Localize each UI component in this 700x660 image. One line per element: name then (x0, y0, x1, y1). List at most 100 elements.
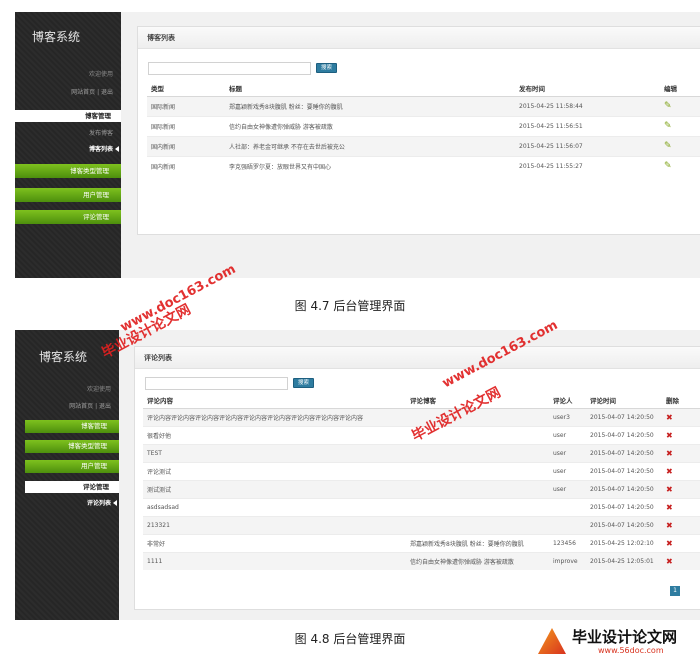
table-header: 评论内容 评论博客 评论人 评论时间 删除 (143, 392, 700, 409)
brand-title: 博客系统 (32, 30, 81, 44)
table-row: 1111 信约自由女神像遭你弹威胁 游客被疏散 improve 2015-04-… (143, 551, 700, 570)
cell-time: 2015-04-07 14:20:50 (586, 443, 662, 462)
nav-blog-manage[interactable]: 博客管理 (25, 420, 119, 433)
figure-caption-4-7: 图 4.7 后台管理界面 (294, 299, 406, 313)
cell-content: 评论测试 (143, 461, 406, 480)
delete-x-icon[interactable]: ✖ (666, 485, 673, 494)
blog-table: 类型 标题 发布时间 编辑 国际新闻 郑嘉颖新戏秀8块腹肌 粉丝：要睡你的腹肌 … (147, 80, 700, 176)
cell-time: 2015-04-07 14:20:50 (586, 461, 662, 480)
cell-content: 测试测试 (143, 479, 406, 498)
cell-title[interactable]: 信约自由女神像遭你弹威胁 游客被疏散 (225, 115, 515, 136)
delete-x-icon[interactable]: ✖ (666, 503, 673, 512)
cell-content: TEST (143, 443, 406, 462)
table-row: 国内新闻 李克强晤罗尔夏：放眼世界又有中国心 2015-04-25 11:55:… (147, 155, 700, 176)
nav-user-manage[interactable]: 用户管理 (25, 460, 119, 473)
pencil-icon[interactable]: ✎ (664, 141, 672, 151)
site-links[interactable]: 网站首页 | 退出 (71, 87, 113, 96)
cell-user: 123456 (549, 533, 586, 552)
table-row: 测试测试 user 2015-04-07 14:20:50 ✖ (143, 479, 700, 498)
delete-x-icon[interactable]: ✖ (666, 539, 673, 548)
nav-type-manage[interactable]: 博客类型管理 (15, 164, 121, 178)
cell-content: 213321 (143, 515, 406, 534)
cell-user: improve (549, 551, 586, 570)
cell-blog (406, 461, 549, 480)
delete-x-icon[interactable]: ✖ (666, 413, 673, 422)
cell-type: 国内新闻 (147, 135, 225, 156)
nav-blog-list[interactable]: 博客列表 (89, 144, 120, 153)
cell-title[interactable]: 人社部：养老金可继承 不存在去世后被充公 (225, 135, 515, 156)
delete-x-icon[interactable]: ✖ (666, 431, 673, 440)
pencil-icon[interactable]: ✎ (664, 101, 672, 111)
blog-list-screenshot: 博客系统 欢迎使用 网站首页 | 退出 博客管理 发布博客 博客列表 博客类型管… (15, 12, 700, 278)
delete-x-icon[interactable]: ✖ (666, 467, 673, 476)
nav-comment-list[interactable]: 评论列表 (87, 498, 118, 507)
cell-time: 2015-04-25 12:05:01 (586, 551, 662, 570)
delete-x-icon[interactable]: ✖ (666, 449, 673, 458)
cell-blog: 郑嘉颖新戏秀8块腹肌 粉丝：要睡你的腹肌 (406, 533, 549, 552)
table-row: asdsadsad 2015-04-07 14:20:50 ✖ (143, 497, 700, 516)
search-input[interactable] (145, 377, 288, 390)
nav-publish-blog[interactable]: 发布博客 (89, 128, 113, 137)
search-input[interactable] (148, 62, 311, 75)
cell-content: asdsadsad (143, 497, 406, 516)
cell-time: 2015-04-07 14:20:50 (586, 407, 662, 426)
cell-content: 1111 (143, 551, 406, 570)
col-title: 标题 (225, 80, 515, 97)
cell-content: 评论内容评论内容评论内容评论内容评论内容评论内容评论内容评论内容评论内容 (143, 407, 406, 426)
cell-blog (406, 479, 549, 498)
comment-table: 评论内容 评论博客 评论人 评论时间 删除 评论内容评论内容评论内容评论内容评论… (143, 392, 700, 570)
table-header: 类型 标题 发布时间 编辑 (147, 80, 700, 97)
cell-time: 2015-04-25 11:56:51 (515, 115, 660, 136)
table-row: 国内新闻 人社部：养老金可继承 不存在去世后被充公 2015-04-25 11:… (147, 135, 700, 156)
search-button[interactable]: 搜索 (293, 378, 314, 388)
sidebar: 博客系统 欢迎使用 网站首页 | 退出 博客管理 博客类型管理 用户管理 评论管… (15, 330, 119, 620)
cell-time: 2015-04-07 14:20:50 (586, 497, 662, 516)
search-button[interactable]: 搜索 (316, 63, 337, 73)
cell-time: 2015-04-25 11:55:27 (515, 155, 660, 176)
cell-user (549, 497, 586, 516)
pencil-icon[interactable]: ✎ (664, 121, 672, 131)
table-row: 213321 2015-04-07 14:20:50 ✖ (143, 515, 700, 534)
welcome-text: 欢迎使用 (86, 386, 111, 393)
nav-type-manage[interactable]: 博客类型管理 (25, 440, 119, 453)
col-type: 类型 (147, 80, 225, 97)
cell-user: user (549, 443, 586, 462)
brand-title: 博客系统 (39, 350, 88, 364)
cell-content: 非常好 (143, 533, 406, 552)
cell-blog (406, 497, 549, 516)
table-row: 国际新闻 郑嘉颖新戏秀8块腹肌 粉丝：要睡你的腹肌 2015-04-25 11:… (147, 95, 700, 116)
comment-list-screenshot: 博客系统 欢迎使用 网站首页 | 退出 博客管理 博客类型管理 用户管理 评论管… (15, 330, 700, 620)
nav-comment-manage[interactable]: 评论管理 (15, 210, 121, 224)
pagination-page[interactable]: 1 (670, 586, 680, 596)
cell-time: 2015-04-25 12:02:10 (586, 533, 662, 552)
cell-blog (406, 515, 549, 534)
cell-type: 国内新闻 (147, 155, 225, 176)
logo-mark-icon (538, 628, 566, 654)
cell-time: 2015-04-07 14:20:50 (586, 479, 662, 498)
nav-comment-manage[interactable]: 评论管理 (25, 481, 119, 493)
delete-x-icon[interactable]: ✖ (666, 521, 673, 530)
col-edit: 编辑 (660, 80, 700, 97)
cell-blog (406, 443, 549, 462)
col-delete: 删除 (662, 392, 700, 409)
cell-type: 国际新闻 (147, 95, 225, 116)
nav-blog-manage[interactable]: 博客管理 (15, 110, 121, 122)
panel-title: 评论列表 (135, 347, 700, 369)
table-row: 非常好 郑嘉颖新戏秀8块腹肌 粉丝：要睡你的腹肌 123456 2015-04-… (143, 533, 700, 552)
cell-title[interactable]: 郑嘉颖新戏秀8块腹肌 粉丝：要睡你的腹肌 (225, 95, 515, 116)
delete-x-icon[interactable]: ✖ (666, 557, 673, 566)
cell-user: user (549, 425, 586, 444)
pencil-icon[interactable]: ✎ (664, 161, 672, 171)
cell-title[interactable]: 李克强晤罗尔夏：放眼世界又有中国心 (225, 155, 515, 176)
sidebar: 博客系统 欢迎使用 网站首页 | 退出 博客管理 发布博客 博客列表 博客类型管… (15, 12, 121, 278)
welcome-text: 欢迎使用 (88, 71, 113, 78)
table-row: TEST user 2015-04-07 14:20:50 ✖ (143, 443, 700, 462)
site-links[interactable]: 网站首页 | 退出 (69, 401, 111, 410)
logo-text: 毕业设计论文网 (572, 628, 678, 646)
logo-url: www.56doc.com (598, 646, 664, 655)
col-time: 发布时间 (515, 80, 660, 97)
table-row: 评论测试 user 2015-04-07 14:20:50 ✖ (143, 461, 700, 480)
col-content: 评论内容 (143, 392, 406, 409)
nav-user-manage[interactable]: 用户管理 (15, 188, 121, 202)
cell-user: user (549, 479, 586, 498)
